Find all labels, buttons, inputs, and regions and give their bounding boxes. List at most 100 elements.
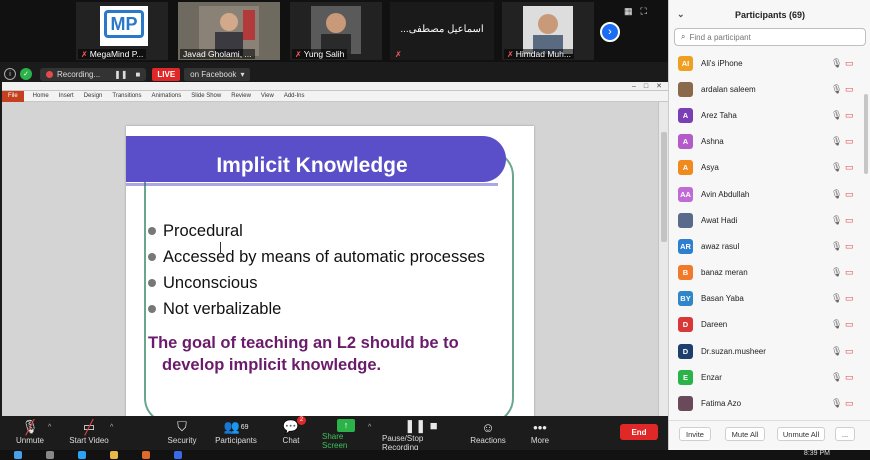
video-off-icon[interactable]: ▭ <box>845 84 854 95</box>
video-off-icon[interactable]: ▭ <box>845 267 854 278</box>
participant-row[interactable]: Fatima Azo 🎙 ▭ <box>669 390 863 416</box>
pause-stop-recording-button[interactable]: ❚❚ ■ Pause/Stop Recording <box>382 418 460 452</box>
ppt-tab-addins[interactable]: Add-Ins <box>279 93 310 99</box>
video-off-icon[interactable]: ▭ <box>845 293 854 304</box>
search-icon[interactable] <box>46 451 54 459</box>
fullscreen-icon[interactable]: ⛶ <box>641 6 647 20</box>
video-off-icon[interactable]: ▭ <box>845 319 854 330</box>
mic-muted-icon[interactable]: 🎙 <box>831 398 842 409</box>
scrollbar-thumb[interactable] <box>661 132 667 242</box>
start-icon[interactable] <box>14 451 22 459</box>
participant-row[interactable]: ardalan saleem 🎙 ▭ <box>669 76 863 102</box>
mic-muted-icon[interactable]: 🎙 <box>831 162 842 173</box>
ppt-tab-home[interactable]: Home <box>28 93 54 99</box>
audio-options-caret-icon[interactable]: ^ <box>48 424 51 431</box>
participant-row[interactable]: A Arez Taha 🎙 ▭ <box>669 102 863 128</box>
participant-row[interactable]: Bbanaz meran 🎙 ▭ <box>669 260 863 286</box>
unmute-all-button[interactable]: Unmute All <box>777 427 825 441</box>
mic-muted-icon[interactable]: 🎙 <box>831 346 842 357</box>
ppt-tab-review[interactable]: Review <box>226 93 256 99</box>
ppt-tab-transitions[interactable]: Transitions <box>107 93 146 99</box>
close-icon[interactable]: ✕ <box>656 82 662 90</box>
video-off-icon[interactable]: ▭ <box>845 346 854 357</box>
video-off-icon[interactable]: ▭ <box>845 110 854 121</box>
video-off-icon[interactable]: ▭ <box>845 215 854 226</box>
security-button[interactable]: ⛉ Security <box>164 418 200 450</box>
video-tile-himdad[interactable]: ✗ Himdad Muh... <box>502 2 594 60</box>
avatar: AI <box>678 55 693 71</box>
ppt-tab-slideshow[interactable]: Slide Show <box>186 93 226 99</box>
video-off-icon[interactable]: ▭ <box>845 398 854 409</box>
participant-row[interactable]: BY Basan Yaba 🎙 ▭ <box>669 286 863 312</box>
search-field[interactable]: ⌕ <box>674 28 866 46</box>
unmute-button[interactable]: 🎙 ╱ Unmute <box>10 418 50 450</box>
live-stream-dropdown[interactable]: on Facebook ▾ <box>184 67 251 81</box>
avatar: A <box>678 160 693 176</box>
ppt-tab-animations[interactable]: Animations <box>147 93 187 99</box>
video-off-icon[interactable]: ▭ <box>845 372 854 383</box>
video-off-icon[interactable]: ▭ <box>845 241 854 252</box>
ppt-tab-design[interactable]: Design <box>79 93 108 99</box>
more-options-button[interactable]: ... <box>835 427 855 441</box>
pause-icon[interactable]: ❚❚ <box>114 70 127 79</box>
more-button[interactable]: ••• More <box>526 418 554 450</box>
mic-muted-icon[interactable]: 🎙 <box>831 110 842 121</box>
participant-row[interactable]: AI Ali's iPhone 🎙 ▭ <box>669 50 863 76</box>
participant-row[interactable]: A Ashna 🎙 ▭ <box>669 129 863 155</box>
mic-muted-icon[interactable]: 🎙 <box>831 136 842 147</box>
participant-row[interactable]: D Dr.suzan.musheer 🎙 ▭ <box>669 338 863 364</box>
end-meeting-button[interactable]: End <box>620 424 658 440</box>
next-page-icon[interactable]: › <box>600 22 620 42</box>
participant-row[interactable]: D Dareen 🎙 ▭ <box>669 312 863 338</box>
participant-row[interactable]: AR awaz rasul 🎙 ▭ <box>669 233 863 259</box>
video-off-icon[interactable]: ▭ <box>845 136 854 147</box>
mic-muted-icon[interactable]: 🎙 <box>831 372 842 383</box>
video-off-icon[interactable]: ▭ <box>845 162 854 173</box>
reactions-button[interactable]: ☺ Reactions <box>470 418 506 450</box>
video-tile-ismail[interactable]: ...اسماعیل مصطفی ✗ <box>390 2 494 60</box>
video-off-icon[interactable]: ▭ <box>845 58 854 69</box>
share-options-caret-icon[interactable]: ^ <box>368 424 371 431</box>
video-tile-megamind[interactable]: MP ✗ MegaMind P... <box>76 2 168 60</box>
view-layout-icon[interactable]: ▦ <box>624 6 633 20</box>
participant-row[interactable]: A Asya 🎙 ▭ <box>669 155 863 181</box>
info-icon[interactable]: i <box>4 68 16 80</box>
panel-scrollbar[interactable] <box>864 52 869 392</box>
chat-button[interactable]: 💬 2 Chat <box>278 416 307 450</box>
invite-button[interactable]: Invite <box>679 427 711 441</box>
mic-muted-icon[interactable]: 🎙 <box>831 293 842 304</box>
ppt-tab-insert[interactable]: Insert <box>54 93 79 99</box>
scrollbar-thumb[interactable] <box>864 94 868 174</box>
shield-icon[interactable]: ✓ <box>20 68 32 80</box>
mic-muted-icon[interactable]: 🎙 <box>831 267 842 278</box>
mic-muted-icon[interactable]: 🎙 <box>831 241 842 252</box>
minimize-icon[interactable]: – <box>632 83 636 90</box>
video-options-caret-icon[interactable]: ^ <box>110 424 113 431</box>
zoom-icon[interactable] <box>174 451 182 459</box>
mic-muted-icon[interactable]: 🎙 <box>831 319 842 330</box>
mic-muted-icon[interactable]: 🎙 <box>831 215 842 226</box>
participant-row[interactable]: E Enzar 🎙 ▭ <box>669 364 863 390</box>
mute-all-button[interactable]: Mute All <box>725 427 765 441</box>
video-tile-yung[interactable]: ✗ Yung Salih <box>290 2 382 60</box>
video-off-icon[interactable]: ▭ <box>845 189 854 200</box>
mic-muted-icon[interactable]: 🎙 <box>831 84 842 95</box>
ppt-file-tab[interactable]: File <box>2 90 24 102</box>
edge-icon[interactable] <box>78 451 86 459</box>
ppt-scrollbar[interactable] <box>658 102 668 416</box>
participant-row[interactable]: AA Avin Abdullah 🎙 ▭ <box>669 181 863 207</box>
stop-icon[interactable]: ■ <box>136 70 141 79</box>
share-screen-button[interactable]: ↑ Share Screen <box>322 418 370 450</box>
participants-button[interactable]: 👥 69 Participants <box>214 418 258 450</box>
start-video-button[interactable]: ▭ ╱ Start Video <box>64 418 114 450</box>
ppt-tab-view[interactable]: View <box>256 93 279 99</box>
video-tile-javad[interactable]: Javad Gholami, ... <box>178 2 280 60</box>
mic-muted-icon[interactable]: 🎙 <box>831 58 842 69</box>
maximize-icon[interactable]: □ <box>644 83 648 90</box>
powerpoint-icon[interactable] <box>142 451 150 459</box>
mic-muted-icon[interactable]: 🎙 <box>831 189 842 200</box>
participant-row[interactable]: Awat Hadi 🎙 ▭ <box>669 207 863 233</box>
slide[interactable]: Implicit Knowledge Procedural Accessed b… <box>126 126 534 432</box>
folder-icon[interactable] <box>110 451 118 459</box>
search-input[interactable] <box>689 32 850 42</box>
